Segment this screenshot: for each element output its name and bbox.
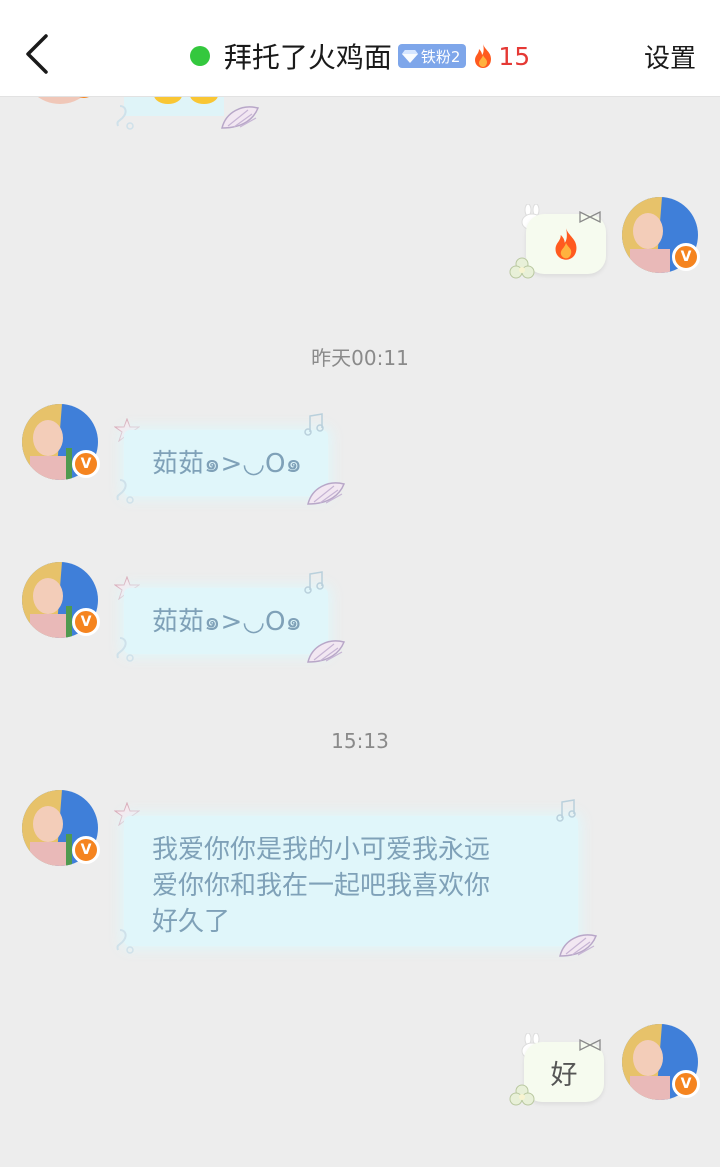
message-bubble-left[interactable]: 茹茹๑>◡O๑ — [124, 430, 328, 496]
music-note-icon — [116, 105, 134, 130]
message-text: 茹茹๑>◡O๑ — [152, 607, 302, 637]
shell-icon — [221, 106, 260, 129]
settings-button[interactable]: 设置 — [644, 38, 696, 75]
online-status-dot — [189, 46, 210, 66]
streak-count: 15 — [498, 41, 531, 71]
verified-v-icon: V — [72, 450, 100, 478]
treble-clef-icon — [116, 637, 134, 662]
shell-icon — [559, 934, 598, 957]
bow-icon — [579, 210, 601, 224]
flower-icon — [509, 1084, 535, 1106]
contact-avatar[interactable]: V — [22, 404, 100, 480]
music-note-icon — [304, 413, 324, 436]
chat-header: 拜托了火鸡面 铁粉2 15 设置 — [0, 0, 720, 97]
bow-icon — [579, 1038, 601, 1052]
message-text: 好 — [550, 1059, 578, 1091]
timestamp: 15:13 — [331, 729, 389, 753]
flower-icon — [509, 257, 535, 279]
message-text-line: 爱你你和我在一起吧我喜欢你 — [152, 871, 491, 901]
treble-clef-icon — [116, 929, 134, 954]
shell-icon — [307, 640, 346, 663]
my-avatar[interactable]: V — [622, 197, 700, 273]
fire-emoji-icon — [555, 228, 577, 260]
contact-avatar[interactable]: V — [22, 562, 100, 638]
timestamp: 昨天00:11 — [311, 346, 409, 370]
verified-v-icon: V — [672, 1070, 700, 1098]
title-area: 拜托了火鸡面 铁粉2 15 — [0, 36, 720, 76]
message-text-line: 好久了 — [152, 907, 231, 937]
chat-title: 拜托了火鸡面 — [223, 41, 392, 74]
music-note-icon — [556, 799, 576, 822]
diamond-icon — [401, 50, 418, 63]
verified-v-icon: V — [72, 836, 100, 864]
fan-level-badge: 铁粉2 — [397, 44, 467, 68]
verified-v-icon: V — [672, 243, 700, 271]
fan-badge-label: 铁粉2 — [420, 47, 461, 66]
treble-clef-icon — [116, 479, 134, 504]
shell-icon — [307, 482, 346, 505]
message-bubble-left[interactable]: 茹茹๑>◡O๑ — [124, 588, 328, 654]
contact-avatar[interactable]: V — [22, 790, 100, 866]
music-note-icon — [304, 571, 324, 594]
message-text: 茹茹๑>◡O๑ — [152, 449, 302, 479]
message-text-line: 我爱你你是我的小可爱我永远 — [152, 835, 491, 865]
verified-v-icon: V — [72, 608, 100, 636]
my-avatar[interactable]: V — [622, 1024, 700, 1100]
fire-streak-icon — [475, 44, 492, 68]
message-bubble-left[interactable]: 我爱你你是我的小可爱我永远 爱你你和我在一起吧我喜欢你 好久了 — [124, 816, 578, 946]
